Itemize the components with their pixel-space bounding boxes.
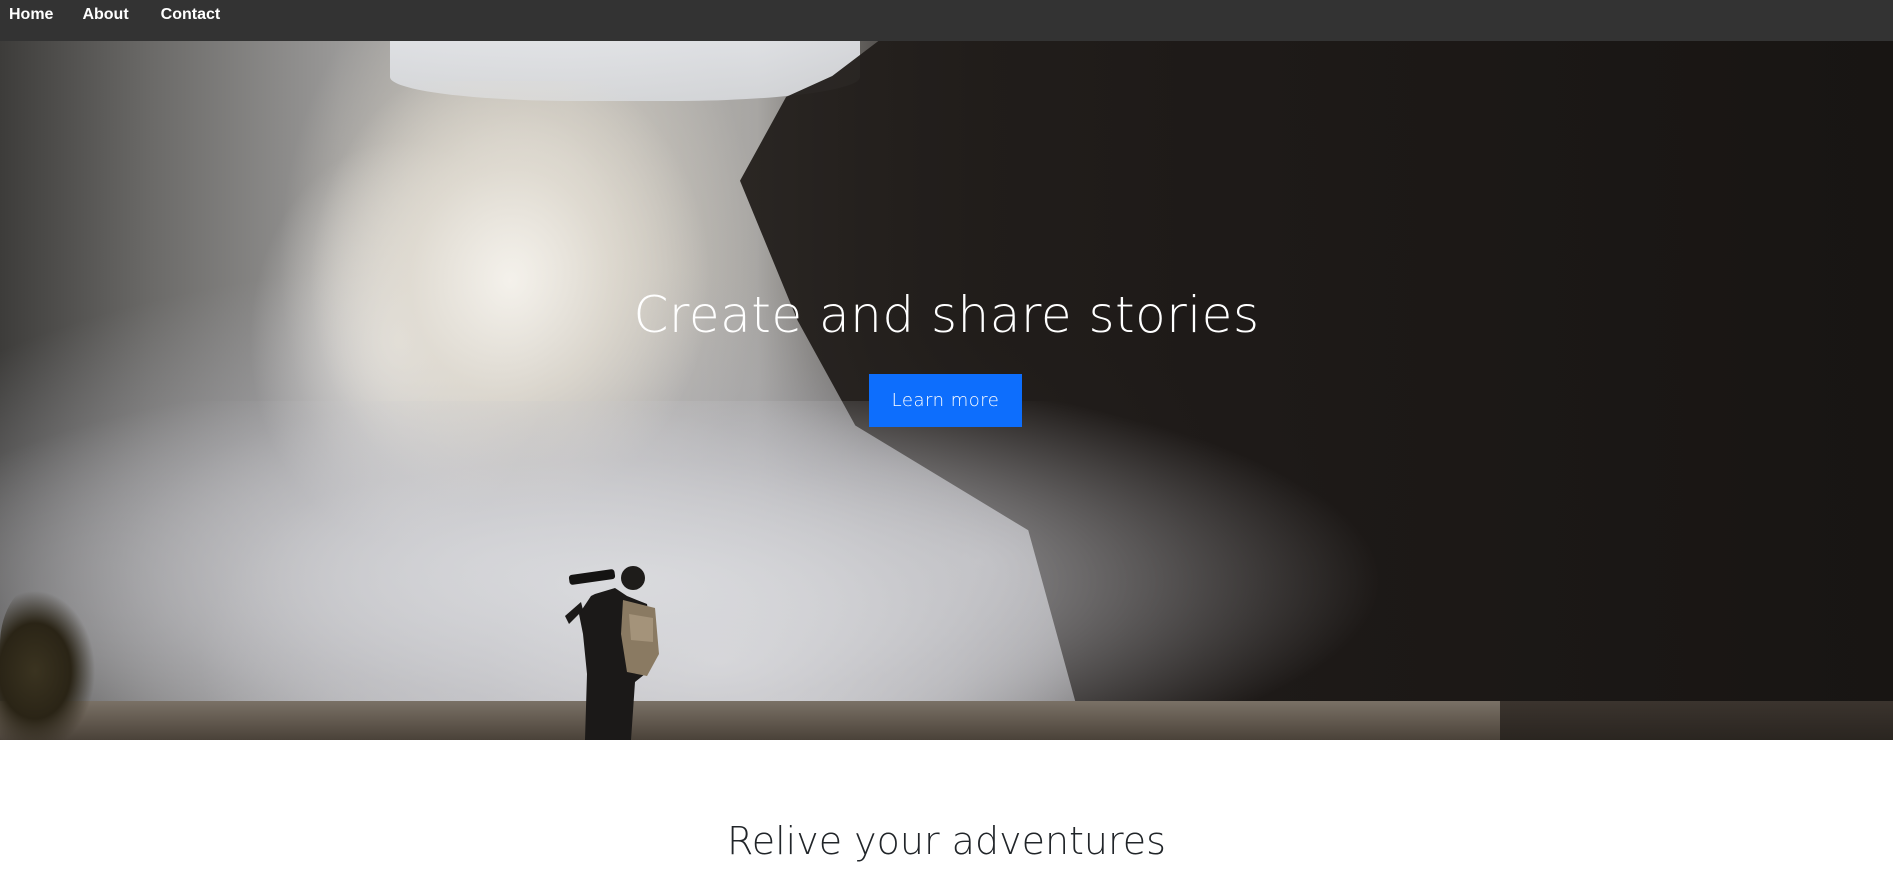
nav-link-contact[interactable]: Contact xyxy=(161,0,221,23)
nav-link-about[interactable]: About xyxy=(82,0,128,23)
hero-title: Create and share stories xyxy=(633,286,1260,344)
nav-link-home[interactable]: Home xyxy=(9,0,53,23)
hero-mist xyxy=(0,401,1600,740)
hero-banner: Create and share stories Learn more xyxy=(0,41,1893,740)
top-navbar: Home About Contact xyxy=(0,0,1893,41)
hero-river-shadow xyxy=(1500,701,1893,740)
photographer-silhouette xyxy=(565,566,659,740)
section-title: Relive your adventures xyxy=(727,819,1166,863)
learn-more-button[interactable]: Learn more xyxy=(869,374,1022,427)
